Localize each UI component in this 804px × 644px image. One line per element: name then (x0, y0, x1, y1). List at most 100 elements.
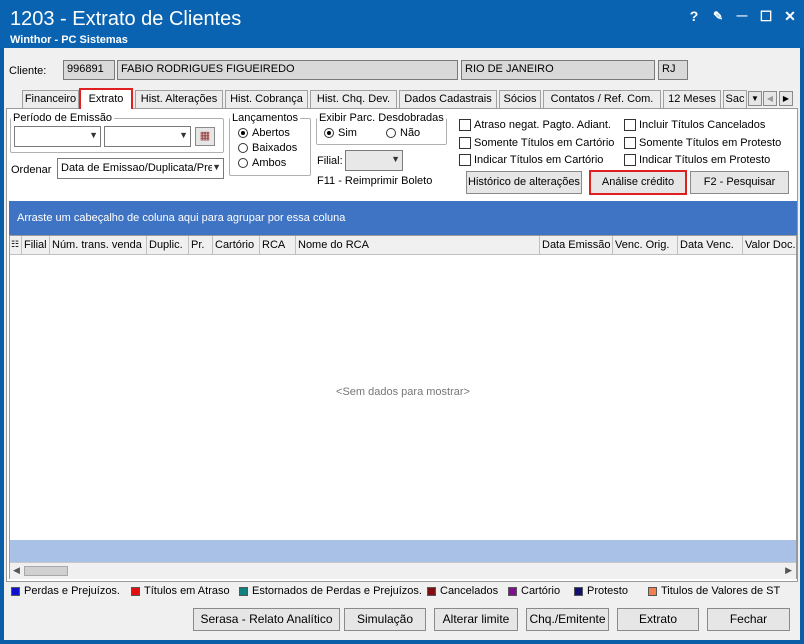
client-name-field[interactable]: FABIO RODRIGUES FIGUEIREDO (117, 60, 458, 80)
checkbox-indicar-cartorio-label: Indicar Títulos em Cartório (474, 154, 604, 166)
col-data-venc[interactable]: Data Venc. (678, 236, 743, 255)
date-from-input[interactable]: ▼ (14, 126, 101, 147)
group-by-panel[interactable]: Arraste um cabeçalho de coluna aqui para… (9, 201, 797, 235)
legend-atraso: Títulos em Atraso (131, 585, 230, 597)
legend-cartorio-label: Cartório (521, 585, 561, 597)
tab-scroll-right-icon[interactable]: ▶ (779, 91, 793, 106)
checkbox-indicar-cartorio[interactable]: Indicar Títulos em Cartório (459, 154, 604, 167)
chevron-down-icon: ▼ (179, 130, 188, 140)
fechar-button[interactable]: Fechar (707, 608, 790, 631)
tab-hist-chq-dev[interactable]: Hist. Chq. Dev. (310, 90, 397, 108)
tab-extrato[interactable]: Extrato (79, 88, 133, 109)
pesquisar-button[interactable]: F2 - Pesquisar (690, 171, 789, 194)
scroll-right-icon[interactable]: ▶ (785, 565, 792, 576)
tab-sac[interactable]: Sac (723, 90, 747, 108)
historico-button[interactable]: Histórico de alterações (466, 171, 582, 194)
help-icon[interactable]: ? (684, 6, 704, 26)
legend-estornados: Estornados de Perdas e Prejuízos. (239, 585, 422, 597)
tab-contatos[interactable]: Contatos / Ref. Com. (543, 90, 661, 108)
col-venc-orig[interactable]: Venc. Orig. (613, 236, 678, 255)
tab-scroll-down-icon[interactable]: ▼ (748, 91, 762, 106)
legend-st: Titulos de Valores de ST (648, 585, 780, 597)
checkbox-icon (459, 119, 471, 132)
col-pr[interactable]: Pr. (189, 236, 213, 255)
scroll-left-icon[interactable]: ◀ (13, 565, 20, 576)
col-nome-rca[interactable]: Nome do RCA (296, 236, 540, 255)
scrollbar-thumb[interactable] (24, 566, 68, 576)
legend-estornados-label: Estornados de Perdas e Prejuízos. (252, 585, 422, 597)
filial-select[interactable]: ▼ (345, 150, 403, 171)
col-filial[interactable]: Filial (22, 236, 50, 255)
tab-12-meses[interactable]: 12 Meses (663, 90, 721, 108)
legend-swatch (508, 586, 517, 596)
tab-financeiro[interactable]: Financeiro (22, 90, 79, 108)
radio-sim[interactable]: Sim (324, 127, 357, 139)
checkbox-incluir-cancelados[interactable]: Incluir Títulos Cancelados (624, 119, 765, 132)
radio-ambos[interactable]: Ambos (238, 157, 286, 169)
simulacao-button[interactable]: Simulação (344, 608, 426, 631)
legend-cartorio: Cartório (508, 585, 560, 597)
legend-protesto: Protesto (574, 585, 628, 597)
close-icon[interactable]: ✕ (780, 6, 800, 26)
legend-atraso-label: Títulos em Atraso (144, 585, 230, 597)
radio-sim-label: Sim (338, 127, 357, 139)
minimize-icon[interactable]: — (732, 6, 752, 26)
radio-baixados[interactable]: Baixados (238, 142, 297, 154)
checkbox-somente-protesto[interactable]: Somente Títulos em Protesto (624, 137, 781, 150)
date-to-input[interactable]: ▼ (104, 126, 191, 147)
col-valor-doc[interactable]: Valor Doc. (743, 236, 796, 255)
client-city-field[interactable]: RIO DE JANEIRO (461, 60, 655, 80)
chevron-down-icon: ▼ (212, 162, 221, 172)
serasa-button[interactable]: Serasa - Relato Analítico (193, 608, 340, 631)
legend-protesto-label: Protesto (587, 585, 628, 597)
parc-label: Exibir Parc. Desdobradas (319, 112, 444, 124)
checkbox-somente-cartorio[interactable]: Somente Títulos em Cartório (459, 137, 614, 150)
checkbox-icon (624, 154, 636, 167)
radio-selected-icon (324, 128, 334, 139)
col-duplic[interactable]: Duplic. (147, 236, 189, 255)
tab-hist-alteracoes[interactable]: Hist. Alterações (135, 90, 223, 108)
client-state-field[interactable]: RJ (658, 60, 688, 80)
radio-nao[interactable]: Não (386, 127, 420, 139)
grid-footer-row (10, 540, 796, 562)
client-code-field[interactable]: 996891 (63, 60, 115, 80)
window-title: 1203 - Extrato de Clientes (10, 8, 242, 30)
f11-label: F11 - Reimprimir Boleto (317, 175, 433, 187)
legend-cancelados-label: Cancelados (440, 585, 499, 597)
calendar-icon[interactable]: ▦ (195, 127, 215, 146)
maximize-icon[interactable]: ☐ (756, 6, 776, 26)
checkbox-atraso[interactable]: Atraso negat. Pagto. Adiant. (459, 119, 611, 132)
extrato-button[interactable]: Extrato (617, 608, 699, 631)
chq-emitente-button[interactable]: Chq./Emitente (526, 608, 609, 631)
col-num-trans[interactable]: Núm. trans. venda (50, 236, 147, 255)
checkbox-indicar-protesto[interactable]: Indicar Títulos em Protesto (624, 154, 771, 167)
checkbox-indicar-protesto-label: Indicar Títulos em Protesto (639, 154, 771, 166)
legend-st-label: Titulos de Valores de ST (661, 585, 781, 597)
tab-hist-cobranca[interactable]: Hist. Cobrança (225, 90, 308, 108)
ordenar-value: Data de Emissao/Duplicata/Pre (61, 162, 214, 174)
legend-swatch (131, 586, 140, 596)
client-label: Cliente: (9, 65, 47, 77)
legend-swatch (427, 586, 436, 596)
horizontal-scrollbar[interactable]: ◀ ▶ (10, 562, 796, 579)
radio-icon (386, 128, 396, 139)
tab-dados-cadastrais[interactable]: Dados Cadastrais (399, 90, 497, 108)
ordenar-select[interactable]: Data de Emissao/Duplicata/Pre ▼ (57, 158, 224, 179)
data-grid[interactable]: ☷ Filial Núm. trans. venda Duplic. Pr. C… (9, 235, 797, 579)
checkbox-icon (459, 137, 471, 150)
legend-swatch (11, 586, 20, 596)
chevron-down-icon: ▼ (89, 130, 98, 140)
radio-abertos[interactable]: Abertos (238, 127, 290, 139)
analise-credito-button[interactable]: Análise crédito (589, 170, 687, 195)
col-cartorio[interactable]: Cartório (213, 236, 260, 255)
col-rca[interactable]: RCA (260, 236, 296, 255)
legend-swatch (648, 586, 657, 596)
col-data-emissao[interactable]: Data Emissão (540, 236, 613, 255)
checkbox-icon (459, 154, 471, 167)
radio-nao-label: Não (400, 127, 421, 139)
edit-icon[interactable]: ✎ (708, 6, 728, 26)
alterar-limite-button[interactable]: Alterar limite (434, 608, 518, 631)
column-chooser-icon[interactable]: ☷ (10, 236, 22, 255)
tab-socios[interactable]: Sócios (499, 90, 541, 108)
tab-scroll-left-icon[interactable]: ◀ (763, 91, 777, 106)
